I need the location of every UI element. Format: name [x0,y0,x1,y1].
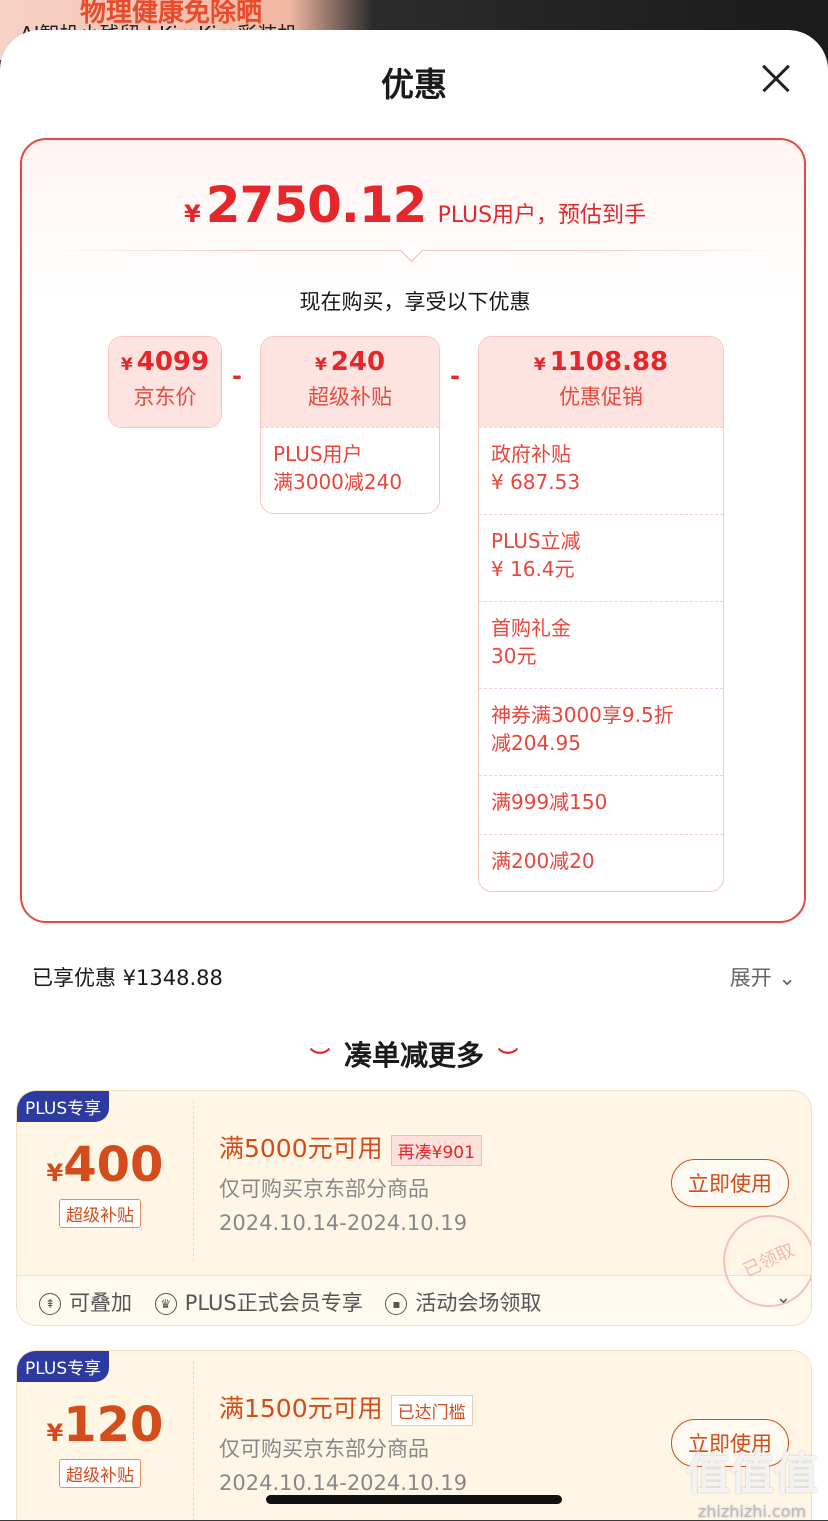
coupon-amount: ¥400 [17,1137,193,1193]
sheet-title: 优惠 [381,65,447,104]
coupon-date: 2024.10.14-2024.10.19 [219,1211,468,1235]
promo-item: 满200减20 [479,834,723,891]
coupon-amount-value: 400 [63,1137,164,1193]
ticket-icon: ▪ [385,1293,408,1315]
plus-badge: PLUS专享 [17,1091,110,1122]
watermark-text: 值值值 [686,1449,818,1500]
coupon-condition: 满1500元可用 已达门槛 [219,1389,473,1426]
chevron-down-icon: ⌄ [778,966,796,990]
promo-box: ¥1108.88 优惠促销 政府补贴 ¥ 687.53 PLUS立减 ¥ 16.… [478,336,724,892]
minus-sign: - [450,362,460,390]
promo-item: PLUS立减 ¥ 16.4元 [479,514,723,601]
promo-item: 政府补贴 ¥ 687.53 [479,427,723,514]
currency-symbol: ¥ [314,355,327,375]
currency-symbol: ¥ [183,200,201,228]
breakdown-subhead: 现在购买，享受以下优惠 [299,290,531,314]
section-title-text: 凑单减更多 [343,1039,484,1072]
coupon-separator [193,1361,194,1520]
coupon-threshold-pill: 已达门槛 [390,1394,473,1426]
expand-toggle[interactable]: 展开 ⌄ [730,962,796,992]
promo-item: 首购礼金 30元 [479,601,723,688]
promo-label: 优惠促销 [559,385,643,409]
currency-symbol: ¥ [120,355,133,375]
footer-stackable: 可叠加 [69,1291,132,1315]
promo-item: 满999减150 [479,775,723,834]
divider-notch [400,240,423,263]
coupon-description: 仅可购买京东部分商品 [219,1437,429,1461]
coupon-condition-text: 满1500元可用 [219,1394,383,1423]
subsidy-item: PLUS用户 满3000减240 [261,427,439,508]
coupon-gap-pill: 再凑¥901 [390,1134,482,1166]
subsidy-amount: 240 [330,347,386,377]
footer-plus-member: PLUS正式会员专享 [184,1291,363,1315]
currency-symbol: ¥ [533,355,546,375]
coupon-tag: 超级补贴 [59,1199,141,1228]
coupon-amount: ¥120 [17,1397,193,1453]
coupon-tag: 超级补贴 [59,1459,141,1488]
section-title: ︶ 凑单减更多 ︶ [0,1034,828,1074]
promo-item: 神券满3000享9.5折 减204.95 [479,688,723,775]
currency-symbol: ¥ [46,1159,64,1187]
coupon-date: 2024.10.14-2024.10.19 [219,1471,468,1495]
home-indicator[interactable] [266,1495,562,1504]
expand-label: 展开 [729,966,772,990]
promo-amount: 1108.88 [549,347,669,377]
close-icon[interactable] [756,58,796,98]
saved-amount: 已享优惠 ¥1348.88 [32,966,223,990]
price-breakdown-card: ¥ 2750.12 PLUS用户，预估到手 现在购买，享受以下优惠 ¥4099 … [20,138,806,923]
currency-symbol: ¥ [46,1419,64,1447]
minus-sign: - [232,362,242,390]
coupon-condition-text: 满5000元可用 [219,1134,383,1163]
plus-badge: PLUS专享 [17,1351,110,1382]
chevron-down-icon[interactable]: ⌄ [776,1287,791,1308]
subsidy-label: 超级补贴 [308,385,392,409]
discount-sheet: 优惠 ¥ 2750.12 PLUS用户，预估到手 现在购买，享受以下优惠 ¥40… [0,30,828,1520]
final-price: 2750.12 [205,176,428,234]
estimated-price: ¥ 2750.12 PLUS用户，预估到手 [22,176,808,234]
ornament-icon: ︶ [498,1046,518,1070]
coupon-amount-value: 120 [63,1397,164,1453]
site-watermark: 值值值 zhizhizhi.com [686,1438,818,1521]
coupon-condition: 满5000元可用 再凑¥901 [219,1129,482,1166]
coupon-separator [193,1101,194,1261]
coupon-description: 仅可购买京东部分商品 [219,1177,429,1201]
stack-icon: ⇞ [39,1293,61,1315]
coupon-footer: ⇞ 可叠加 ♛ PLUS正式会员专享 ▪ 活动会场领取 [39,1287,541,1317]
crown-icon: ♛ [154,1293,177,1315]
price-suffix: PLUS用户，预估到手 [437,203,647,228]
ornament-icon: ︶ [309,1046,330,1070]
footer-event: 活动会场领取 [415,1291,542,1315]
jd-price-amount: 4099 [136,347,210,377]
watermark-url: zhizhizhi.com [697,1502,807,1521]
jd-price-box: ¥4099 京东价 [108,336,222,428]
jd-price-label: 京东价 [133,385,197,409]
subsidy-box: ¥240 超级补贴 PLUS用户 满3000减240 [260,336,440,514]
coupon-card: PLUS专享 ¥400 超级补贴 满5000元可用 再凑¥901 仅可购买京东部分… [16,1090,812,1326]
use-now-button[interactable]: 立即使用 [671,1159,789,1207]
